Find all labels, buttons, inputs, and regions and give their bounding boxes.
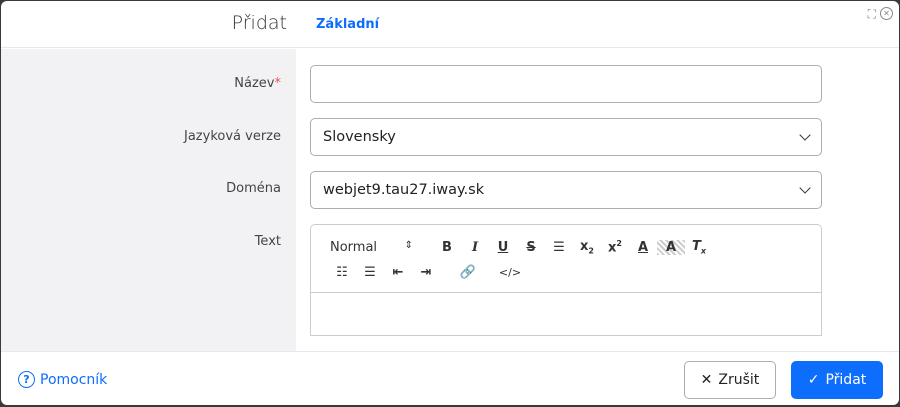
maximize-icon[interactable]: ⛶ [868, 7, 876, 22]
indent-icon[interactable]: ⇥ [412, 265, 440, 280]
domain-select[interactable]: webjet9.tau27.iway.sk [310, 171, 822, 209]
close-icon[interactable]: ✕ [880, 7, 893, 20]
cancel-button[interactable]: ✕ Zrušit [684, 361, 776, 399]
chevron-down-icon [799, 182, 811, 194]
tab-basic[interactable]: Základní [316, 17, 379, 32]
dialog-header: Přidat Základní ⛶ ✕ [1, 1, 899, 48]
italic-icon[interactable]: I [461, 240, 489, 255]
bold-icon[interactable]: B [433, 240, 461, 255]
underline-icon[interactable]: U [489, 240, 517, 255]
domain-label: Doména [226, 181, 281, 196]
language-label: Jazyková verze [184, 129, 281, 144]
question-icon: ? [18, 371, 35, 388]
add-dialog: Přidat Základní ⛶ ✕ Název* Jazyková verz… [1, 1, 899, 405]
editor-toolbar: Normal ⇕ B I U S ☰ x2 x2 A A Tx ☷ ☰ ⇤ ⇥ 🔗… [311, 225, 821, 293]
label-panel [1, 49, 296, 351]
align-icon[interactable]: ☰ [545, 240, 573, 255]
format-select[interactable]: Normal ⇕ [328, 240, 413, 255]
link-icon[interactable]: 🔗 [454, 265, 482, 280]
clear-format-icon[interactable]: Tx [685, 239, 713, 256]
name-input[interactable] [310, 65, 822, 103]
strikethrough-icon[interactable]: S [517, 240, 545, 255]
close-icon: ✕ [700, 372, 713, 388]
text-label: Text [254, 234, 281, 249]
help-link[interactable]: ? Pomocník [18, 371, 107, 388]
ordered-list-icon[interactable]: ☷ [328, 265, 356, 280]
text-color-icon[interactable]: A [629, 240, 657, 255]
code-icon[interactable]: </> [496, 266, 524, 279]
submit-button[interactable]: ✓ Přidat [791, 361, 883, 399]
background-color-icon[interactable]: A [657, 240, 685, 255]
language-select[interactable]: Slovensky [310, 118, 822, 156]
dialog-footer: ? Pomocník ✕ Zrušit ✓ Přidat [1, 351, 899, 405]
superscript-icon[interactable]: x2 [601, 239, 629, 255]
outdent-icon[interactable]: ⇤ [384, 265, 412, 280]
chevron-down-icon [799, 129, 811, 141]
subscript-icon[interactable]: x2 [573, 239, 601, 256]
dialog-title: Přidat [231, 12, 287, 34]
rich-text-editor: Normal ⇕ B I U S ☰ x2 x2 A A Tx ☷ ☰ ⇤ ⇥ 🔗… [310, 224, 822, 336]
check-icon: ✓ [807, 372, 820, 388]
name-label: Název* [234, 76, 281, 91]
bullet-list-icon[interactable]: ☰ [356, 265, 384, 280]
